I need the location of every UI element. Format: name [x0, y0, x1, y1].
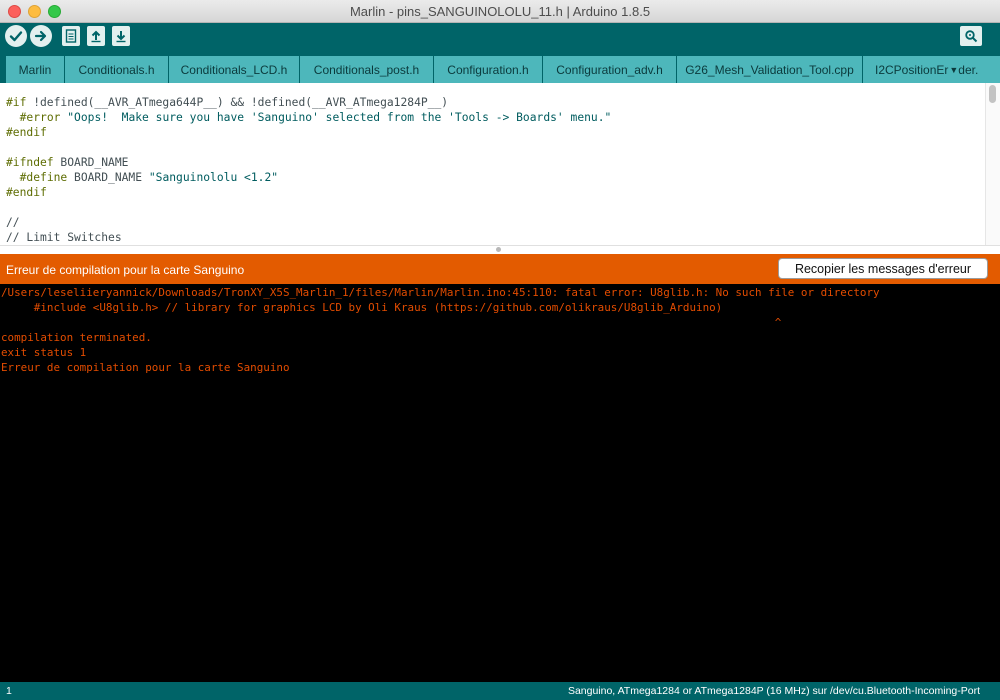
code-string: "Oops! Make sure you have 'Sanguino' sel…: [67, 111, 612, 124]
code-line[interactable]: [6, 200, 611, 215]
console-line: exit status 1: [1, 346, 87, 359]
code-line[interactable]: [6, 140, 611, 155]
code-directive: #ifndef: [6, 156, 54, 169]
code-directive: #error: [19, 111, 61, 124]
check-icon: [9, 29, 23, 43]
console-line: /Users/leseliieryannick/Downloads/TronXY…: [1, 286, 880, 299]
tab-conditionals-post-h[interactable]: Conditionals_post.h: [300, 56, 434, 83]
magnifier-icon: [964, 29, 978, 43]
code-line[interactable]: #endif: [6, 125, 611, 140]
code-directive: #if: [6, 96, 27, 109]
tab-menu-icon[interactable]: ▼: [949, 65, 958, 75]
tab-g26-mesh-validation-tool[interactable]: G26_Mesh_Validation_Tool.cpp: [677, 56, 863, 83]
tab-marlin[interactable]: Marlin: [6, 56, 65, 83]
code-line[interactable]: #if !defined(__AVR_ATmega644P__) && !def…: [6, 95, 611, 110]
code-line[interactable]: #endif: [6, 185, 611, 200]
code-directive: #define: [19, 171, 68, 184]
console-line: Erreur de compilation pour la carte Sang…: [1, 361, 290, 374]
code-token: BOARD_NAME: [67, 171, 149, 184]
split-handle-icon[interactable]: [496, 247, 501, 252]
serial-monitor-button[interactable]: [960, 26, 982, 46]
code-line[interactable]: #define BOARD_NAME "Sanguinololu <1.2": [6, 170, 611, 185]
tab-configuration-h[interactable]: Configuration.h: [434, 56, 543, 83]
tab-bar: Marlin Conditionals.h Conditionals_LCD.h…: [0, 51, 1000, 83]
editor-scrollbar[interactable]: [985, 83, 1000, 245]
code-line[interactable]: #error "Oops! Make sure you have 'Sangui…: [6, 110, 612, 125]
console-line: ^: [1, 316, 782, 329]
board-info: Sanguino, ATmega1284 or ATmega1284P (16 …: [567, 685, 980, 697]
console-line: #include <U8glib.h> // library for graph…: [1, 301, 723, 314]
window-title: Marlin - pins_SANGUINOLOLU_11.h | Arduin…: [349, 4, 651, 19]
console-text: /Users/leseliieryannick/Downloads/TronXY…: [1, 285, 880, 375]
console-line: compilation terminated.: [1, 331, 152, 344]
editor-scrollbar-thumb[interactable]: [989, 85, 996, 103]
tab-i2cpositionencoder-label: I2CPositionEr: [875, 62, 949, 77]
code-line[interactable]: //: [6, 215, 611, 230]
verify-button[interactable]: [5, 25, 27, 47]
code-token: !defined(__AVR_ATmega644P__) && !defined…: [26, 96, 449, 109]
tab-conditionals-lcd-h[interactable]: Conditionals_LCD.h: [169, 56, 300, 83]
code-token: BOARD_NAME: [53, 156, 129, 169]
error-bar: Erreur de compilation pour la carte Sang…: [0, 254, 1000, 284]
code-token: //: [6, 216, 20, 229]
code-line[interactable]: #ifndef BOARD_NAME: [6, 155, 611, 170]
tab-conditionals-h[interactable]: Conditionals.h: [65, 56, 169, 83]
title-bar: Marlin - pins_SANGUINOLOLU_11.h | Arduin…: [0, 0, 1000, 23]
code-line[interactable]: // Limit Switches: [6, 230, 611, 245]
copy-error-messages-button[interactable]: Recopier les messages d'erreur: [778, 258, 988, 279]
code-text[interactable]: #if !defined(__AVR_ATmega644P__) && !def…: [6, 95, 611, 245]
code-directive: #endif: [6, 186, 47, 199]
code-directive: #endif: [6, 126, 47, 139]
code-editor[interactable]: #if !defined(__AVR_ATmega644P__) && !def…: [0, 83, 1000, 245]
tab-configuration-adv-h[interactable]: Configuration_adv.h: [543, 56, 677, 83]
tab-i2cpositionencoder[interactable]: I2CPositionEr ▼ der.: [863, 56, 1000, 83]
new-sketch-button[interactable]: [62, 26, 80, 46]
toolbar: [0, 23, 1000, 51]
open-sketch-button[interactable]: [87, 26, 105, 46]
code-string: "Sanguinololu <1.2": [148, 171, 279, 184]
save-sketch-button[interactable]: [112, 26, 130, 46]
arrow-up-icon: [90, 29, 102, 43]
error-message: Erreur de compilation pour la carte Sang…: [6, 263, 245, 277]
new-file-icon: [65, 29, 77, 43]
code-token: // Limit Switches: [6, 231, 122, 244]
upload-button[interactable]: [30, 25, 52, 47]
arrow-down-icon: [115, 29, 127, 43]
status-bar: 1 Sanguino, ATmega1284 or ATmega1284P (1…: [0, 682, 1000, 700]
line-number: 1: [6, 685, 12, 697]
console-output[interactable]: /Users/leseliieryannick/Downloads/TronXY…: [0, 284, 1000, 682]
arrow-right-icon: [34, 29, 48, 43]
tab-menu-label: der.: [958, 62, 979, 77]
split-divider[interactable]: [0, 245, 1000, 254]
